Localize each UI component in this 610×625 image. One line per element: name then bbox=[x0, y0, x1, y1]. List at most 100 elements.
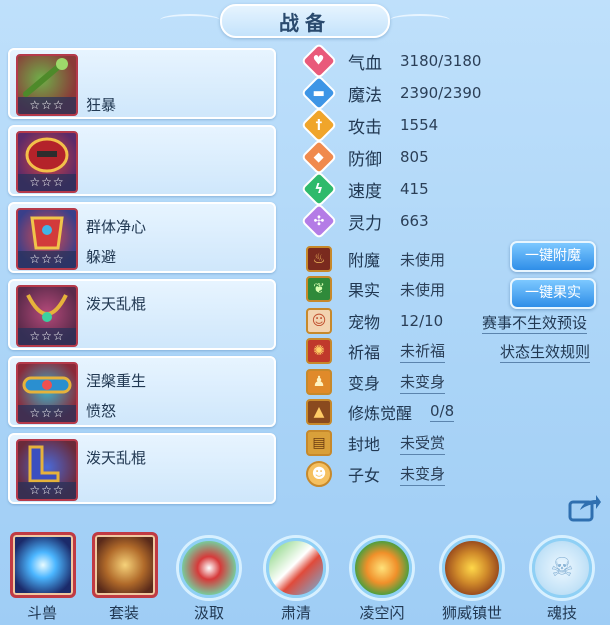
soul-skill-button[interactable]: ☠ 魂技 bbox=[526, 532, 598, 625]
belt-icon: ☆☆☆ bbox=[16, 362, 78, 424]
event-preset-link[interactable]: 赛事不生效预设 bbox=[482, 312, 588, 334]
child-icon: ☻ bbox=[306, 461, 332, 487]
status-pet: ☺ 宠物 12/10 bbox=[306, 307, 443, 335]
status-label: 果实 bbox=[348, 281, 381, 300]
skill-absorb[interactable]: 汲取 bbox=[173, 532, 245, 625]
suit-button[interactable]: 套装 bbox=[88, 532, 160, 625]
heart-icon: ♥ bbox=[300, 42, 338, 80]
status-label: 变身 bbox=[348, 374, 381, 393]
equipment-stars: ☆☆☆ bbox=[18, 97, 76, 114]
status-value: 12/10 bbox=[400, 312, 444, 330]
equipment-skill: 泼天乱棍 bbox=[86, 295, 147, 313]
equipment-slot[interactable]: ☆☆☆ 涅槃重生 愤怒 bbox=[8, 356, 276, 427]
stat-label: 速度 bbox=[348, 181, 382, 202]
bless-icon: ✺ bbox=[306, 338, 332, 364]
equipment-skill: 群体净心 bbox=[86, 218, 147, 236]
status-label: 子女 bbox=[348, 466, 381, 485]
status-enchant: ♨ 附魔 未使用 bbox=[306, 245, 445, 273]
equipment-slot[interactable]: ☆☆☆ bbox=[8, 125, 276, 196]
status-value[interactable]: 未受赏 bbox=[400, 432, 446, 455]
status-cultivation[interactable]: ▲ 修炼觉醒 0/8 bbox=[306, 398, 455, 426]
stat-value: 3180/3180 bbox=[400, 52, 482, 70]
speed-icon: ϟ bbox=[300, 170, 338, 208]
equipment-slot[interactable]: ☆☆☆ 狂暴 bbox=[8, 48, 276, 119]
status-label: 封地 bbox=[348, 435, 381, 454]
one-click-enchant-button[interactable]: 一键附魔 bbox=[510, 241, 596, 272]
skill-flash[interactable]: 凌空闪 bbox=[346, 532, 418, 625]
weapon-icon: ☆☆☆ bbox=[16, 54, 78, 116]
lion-icon bbox=[442, 538, 502, 598]
equipment-attribute: 愤怒 bbox=[86, 402, 117, 420]
status-transform[interactable]: ♟ 变身 未变身 bbox=[306, 368, 446, 396]
bottom-label: 魂技 bbox=[546, 604, 577, 622]
status-value[interactable]: 未变身 bbox=[400, 463, 446, 486]
equipment-skill: 泼天乱棍 bbox=[86, 449, 147, 467]
equipment-slot[interactable]: ☆☆☆ 泼天乱棍 bbox=[8, 279, 276, 350]
stat-label: 灵力 bbox=[348, 213, 382, 234]
bottom-label: 肃清 bbox=[280, 604, 311, 622]
share-icon[interactable] bbox=[568, 492, 602, 522]
bottom-label: 狮威镇世 bbox=[441, 604, 502, 622]
equipment-attribute: 狂暴 bbox=[86, 96, 117, 114]
stat-spirit: ✣ 灵力 663 bbox=[300, 202, 429, 240]
armor-icon: ☆☆☆ bbox=[16, 208, 78, 270]
equipment-skill: 涅槃重生 bbox=[86, 372, 147, 390]
equipment-stars: ☆☆☆ bbox=[18, 405, 76, 422]
sword-icon: † bbox=[300, 106, 338, 144]
suit-icon bbox=[92, 532, 158, 598]
soul-skill-icon: ☠ bbox=[532, 538, 592, 598]
skill-purge[interactable]: 肃清 bbox=[260, 532, 332, 625]
stat-value: 415 bbox=[400, 180, 429, 198]
enchant-icon: ♨ bbox=[306, 246, 332, 272]
pet-icon: ☺ bbox=[306, 308, 332, 334]
status-bless[interactable]: ✺ 祈福 未祈福 bbox=[306, 337, 446, 365]
status-value[interactable]: 未祈福 bbox=[400, 340, 446, 363]
stat-hp: ♥ 气血 3180/3180 bbox=[300, 42, 482, 80]
absorb-icon bbox=[179, 538, 239, 598]
status-rules-link[interactable]: 状态生效规则 bbox=[500, 341, 591, 363]
flash-icon bbox=[352, 538, 412, 598]
stat-speed: ϟ 速度 415 bbox=[300, 170, 429, 208]
skill-lion[interactable]: 狮威镇世 bbox=[436, 532, 508, 625]
one-click-fruit-button[interactable]: 一键果实 bbox=[510, 278, 596, 309]
equipment-slot[interactable]: ☆☆☆ 群体净心 躲避 bbox=[8, 202, 276, 273]
helmet-icon: ☆☆☆ bbox=[16, 131, 78, 193]
status-value[interactable]: 0/8 bbox=[430, 402, 455, 422]
bottom-label: 凌空闪 bbox=[359, 604, 405, 622]
title-ornament-right bbox=[390, 14, 450, 26]
page-title: 战备 bbox=[279, 10, 331, 35]
equipment-stars: ☆☆☆ bbox=[18, 328, 76, 345]
stat-value: 805 bbox=[400, 148, 429, 166]
status-fruit: ❦ 果实 未使用 bbox=[306, 275, 445, 303]
transform-icon: ♟ bbox=[306, 369, 332, 395]
title-ornament-left bbox=[160, 14, 220, 26]
boots-icon: ☆☆☆ bbox=[16, 439, 78, 501]
stat-defense: ◆ 防御 805 bbox=[300, 138, 429, 176]
stat-value: 2390/2390 bbox=[400, 84, 482, 102]
stat-value: 663 bbox=[400, 212, 429, 230]
fief-icon: ▤ bbox=[306, 430, 332, 456]
status-child[interactable]: ☻ 子女 未变身 bbox=[306, 460, 446, 488]
mana-icon: ▬ bbox=[300, 74, 338, 112]
beast-button[interactable]: 斗兽 bbox=[6, 532, 78, 625]
stat-attack: † 攻击 1554 bbox=[300, 106, 439, 144]
beast-orb-icon bbox=[10, 532, 76, 598]
bottom-label: 汲取 bbox=[193, 604, 224, 622]
equipment-attribute: 躲避 bbox=[86, 248, 117, 266]
bottom-label: 套装 bbox=[108, 604, 139, 622]
equipment-stars: ☆☆☆ bbox=[18, 174, 76, 191]
status-value: 未使用 bbox=[400, 280, 446, 299]
status-fief[interactable]: ▤ 封地 未受赏 bbox=[306, 429, 446, 457]
spirit-icon: ✣ bbox=[300, 202, 338, 240]
stat-label: 气血 bbox=[348, 53, 382, 74]
status-value[interactable]: 未变身 bbox=[400, 371, 446, 394]
stat-label: 魔法 bbox=[348, 85, 382, 106]
status-label: 祈福 bbox=[348, 343, 381, 362]
purge-icon bbox=[266, 538, 326, 598]
fruit-icon: ❦ bbox=[306, 276, 332, 302]
stat-value: 1554 bbox=[400, 116, 439, 134]
equipment-stars: ☆☆☆ bbox=[18, 482, 76, 499]
equipment-slot[interactable]: ☆☆☆ 泼天乱棍 bbox=[8, 433, 276, 504]
stat-label: 攻击 bbox=[348, 117, 382, 138]
title-banner: 战备 bbox=[220, 4, 390, 38]
